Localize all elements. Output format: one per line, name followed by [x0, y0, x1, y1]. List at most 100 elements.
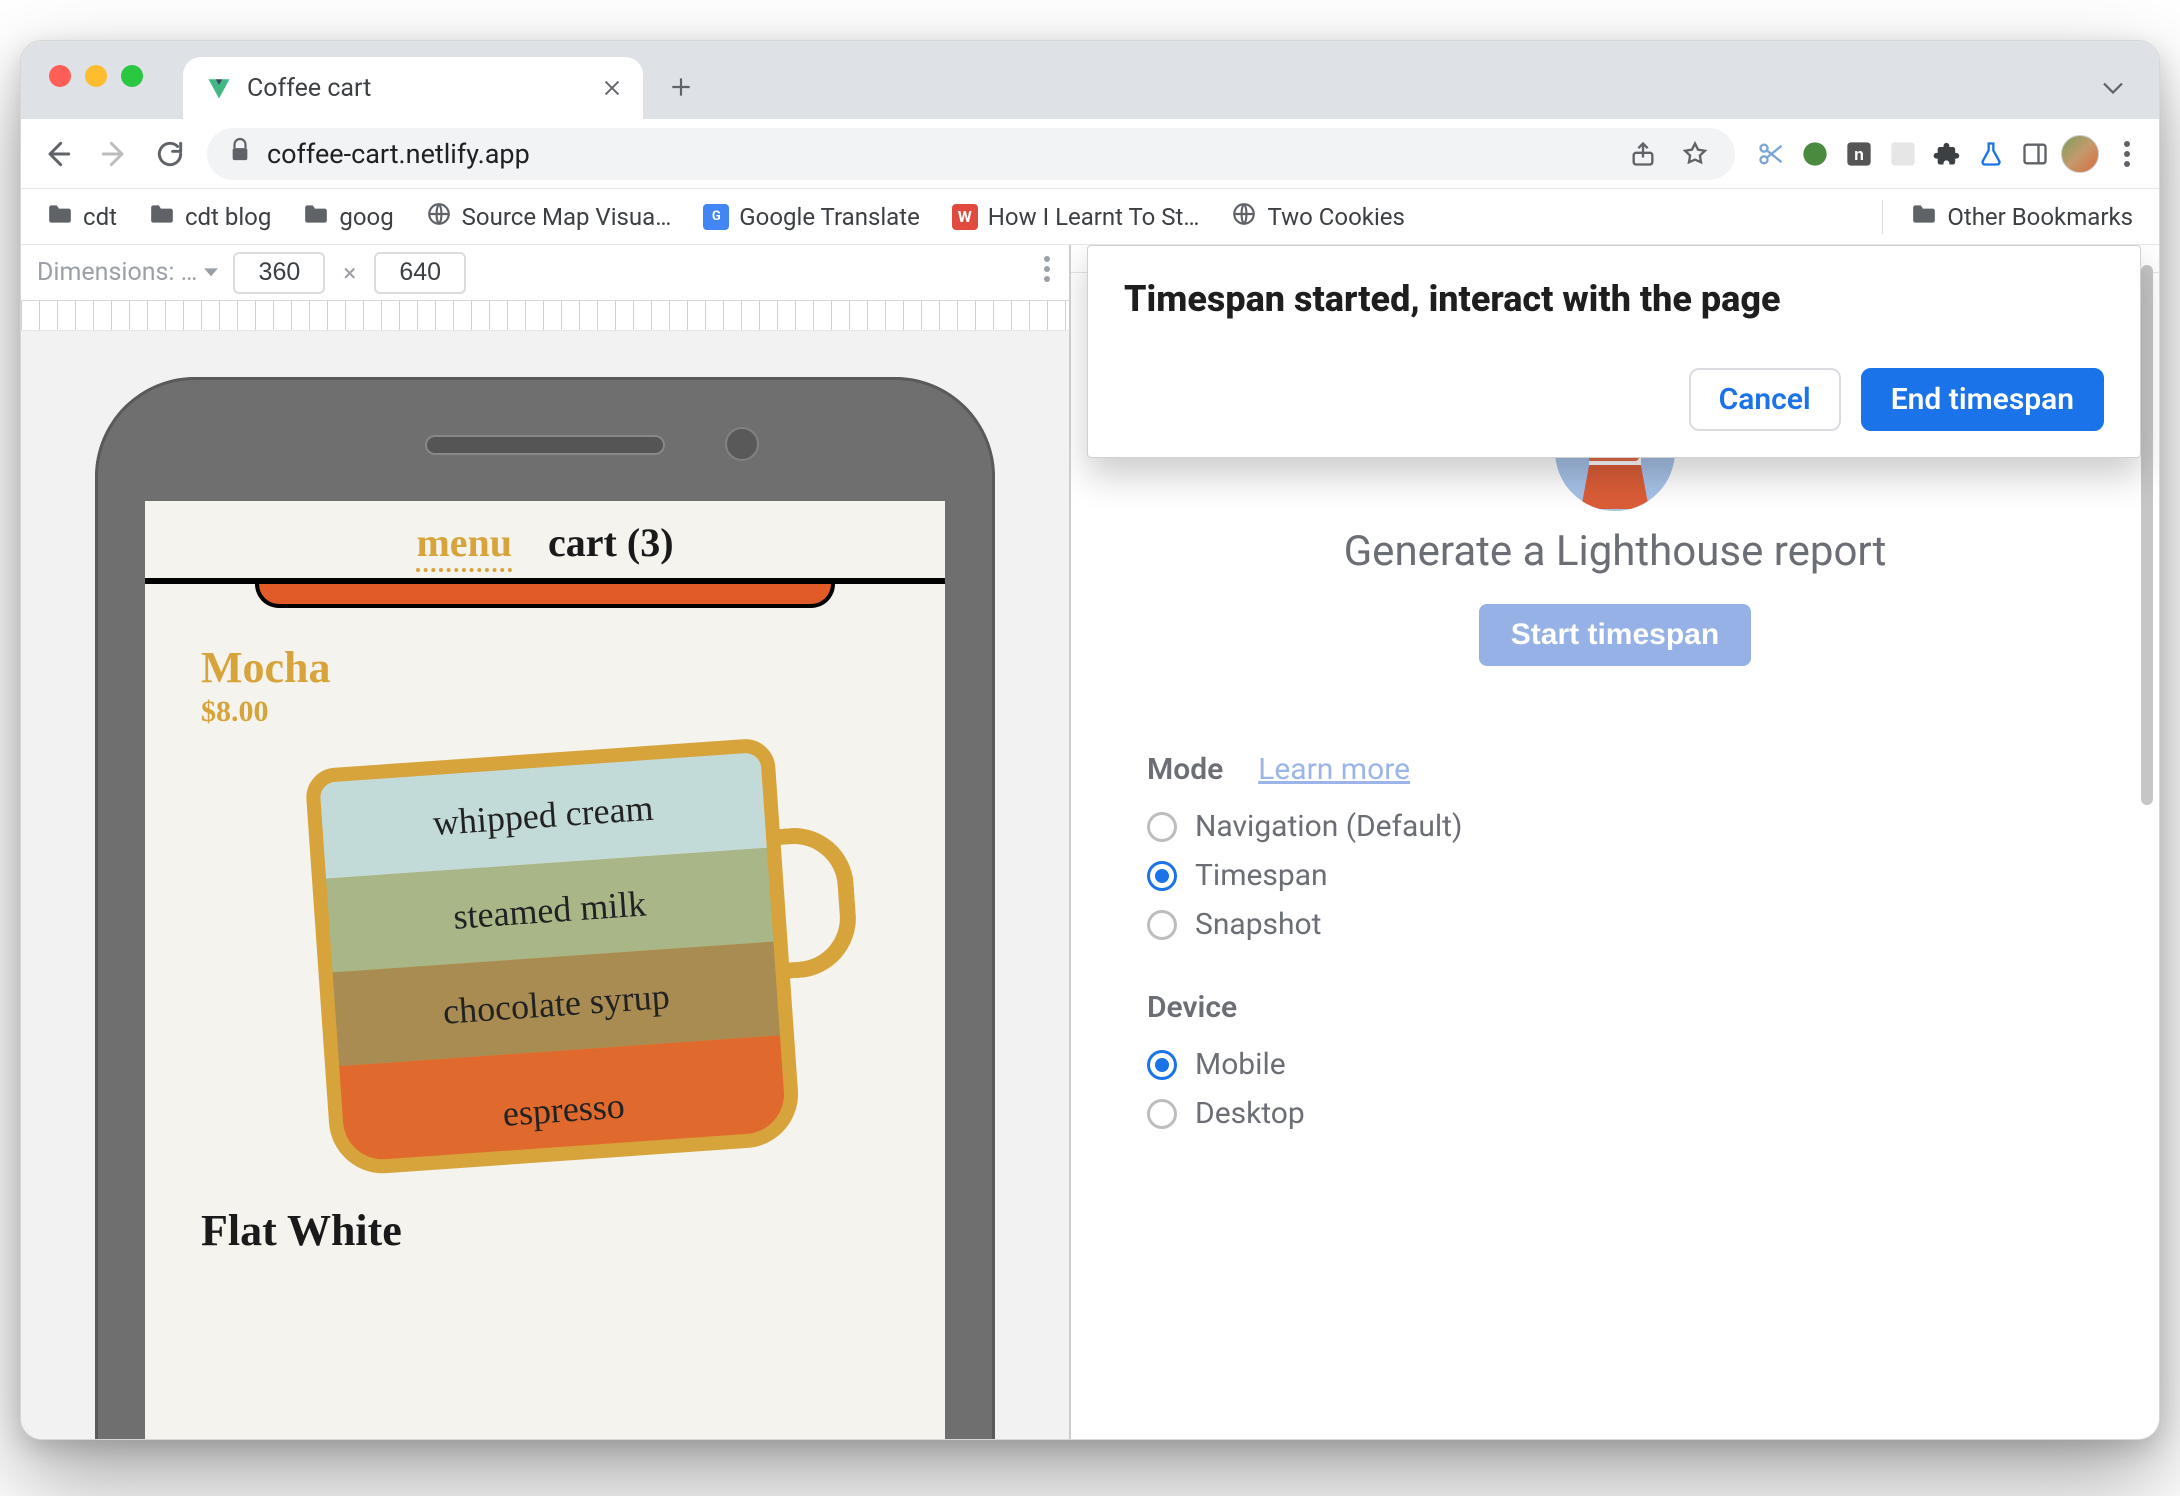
mode-label: Mode	[1147, 752, 1223, 787]
window-controls	[49, 65, 143, 87]
bookmark-folder-cdt-blog[interactable]: cdt blog	[137, 199, 283, 235]
mode-section: Mode Learn more Navigation (Default) Tim…	[1147, 752, 1847, 942]
device-label: Device	[1147, 990, 1237, 1025]
mode-option-navigation[interactable]: Navigation (Default)	[1147, 809, 1847, 844]
other-bookmarks-button[interactable]: Other Bookmarks	[1899, 199, 2145, 235]
bookmark-label: Two Cookies	[1267, 203, 1404, 231]
bookmark-label: goog	[339, 203, 393, 231]
emulated-page[interactable]: menu cart (3) Mocha $8.00 wh	[145, 501, 945, 1439]
scrollbar-thumb[interactable]	[2141, 265, 2153, 805]
toolbar-right: n	[1753, 135, 2147, 173]
other-bookmarks-label: Other Bookmarks	[1947, 203, 2133, 231]
device-option-desktop[interactable]: Desktop	[1147, 1096, 1847, 1131]
window-minimize-button[interactable]	[85, 65, 107, 87]
start-timespan-button[interactable]: Start timespan	[1479, 604, 1751, 666]
timespan-dialog: Timespan started, interact with the page…	[1087, 245, 2141, 458]
green-extension-icon[interactable]	[1797, 136, 1833, 172]
translate-icon: G	[703, 204, 729, 230]
bookmark-label: How I Learnt To St…	[988, 203, 1200, 231]
window-close-button[interactable]	[49, 65, 71, 87]
bookmark-how-i-learnt[interactable]: W How I Learnt To St…	[940, 199, 1212, 235]
radio-icon	[1147, 812, 1177, 842]
radio-icon	[1147, 910, 1177, 940]
browser-menu-button[interactable]	[2107, 140, 2147, 168]
device-option-mobile[interactable]: Mobile	[1147, 1047, 1847, 1082]
cart-preview-bar[interactable]	[255, 584, 835, 608]
dialog-title: Timespan started, interact with the page	[1124, 278, 2104, 320]
gray-extension-icon[interactable]	[1885, 136, 1921, 172]
radio-label: Mobile	[1195, 1047, 1286, 1082]
bookmark-two-cookies[interactable]: Two Cookies	[1219, 197, 1416, 237]
cancel-button[interactable]: Cancel	[1689, 368, 1841, 431]
new-tab-button[interactable]	[657, 63, 705, 111]
mode-option-snapshot[interactable]: Snapshot	[1147, 907, 1847, 942]
tab-title: Coffee cart	[247, 74, 371, 103]
bookmark-label: cdt blog	[185, 203, 271, 231]
product-name: Mocha	[201, 642, 905, 693]
chevron-down-icon	[203, 267, 219, 279]
browser-window: Coffee cart coffee-cart.netlify.app	[20, 40, 2160, 1440]
address-bar[interactable]: coffee-cart.netlify.app	[207, 128, 1735, 180]
radio-icon	[1147, 1050, 1177, 1080]
browser-tab[interactable]: Coffee cart	[183, 57, 643, 119]
height-input[interactable]	[374, 252, 466, 294]
forward-button[interactable]	[89, 129, 139, 179]
bookmarks-divider	[1882, 200, 1883, 234]
tab-overflow-button[interactable]	[2099, 79, 2129, 99]
mode-radio-list: Navigation (Default) Timespan Snapshot	[1147, 809, 1847, 942]
coffee-cup-illustration[interactable]: whipped cream steamed milk chocolate syr…	[304, 737, 801, 1177]
dimension-separator: ×	[343, 259, 356, 287]
folder-icon	[303, 203, 329, 231]
cup-body: whipped cream steamed milk chocolate syr…	[304, 737, 801, 1177]
radio-label: Desktop	[1195, 1096, 1305, 1131]
folder-icon	[1911, 203, 1937, 231]
product-card-flat-white: Flat White	[145, 1161, 945, 1256]
bookmark-folder-goog[interactable]: goog	[291, 199, 405, 235]
scissors-extension-icon[interactable]	[1753, 136, 1789, 172]
mode-option-timespan[interactable]: Timespan	[1147, 858, 1847, 893]
extensions-puzzle-icon[interactable]	[1929, 136, 1965, 172]
url-text: coffee-cart.netlify.app	[267, 138, 530, 170]
devtools-lighthouse-panel: Generate a Lighthouse report Start times…	[1071, 245, 2159, 1439]
phone-stage: menu cart (3) Mocha $8.00 wh	[21, 361, 1069, 1439]
bookmark-label: cdt	[83, 203, 117, 231]
svg-text:n: n	[1854, 145, 1864, 163]
back-button[interactable]	[33, 129, 83, 179]
bookmark-folder-cdt[interactable]: cdt	[35, 199, 129, 235]
browser-toolbar: coffee-cart.netlify.app n	[21, 119, 2159, 189]
panel-scrollbar[interactable]	[2141, 265, 2153, 985]
window-zoom-button[interactable]	[121, 65, 143, 87]
folder-icon	[47, 203, 73, 231]
device-toolbar-menu[interactable]	[1043, 255, 1051, 290]
globe-icon	[426, 201, 452, 233]
notion-extension-icon[interactable]: n	[1841, 136, 1877, 172]
device-ruler	[21, 301, 1069, 331]
dimensions-label-text: Dimensions: …	[37, 258, 197, 287]
learn-more-link[interactable]: Learn more	[1258, 752, 1410, 787]
radio-label: Navigation (Default)	[1195, 809, 1462, 844]
cart-tab[interactable]: cart (3)	[548, 519, 673, 572]
product-card-mocha: Mocha $8.00 whipped cream steamed milk c…	[145, 608, 945, 1161]
bookmark-label: Google Translate	[739, 203, 920, 231]
menu-tab[interactable]: menu	[416, 519, 512, 572]
close-tab-button[interactable]	[601, 77, 623, 99]
dimensions-label[interactable]: Dimensions: …	[37, 258, 219, 287]
labs-flask-icon[interactable]	[1973, 136, 2009, 172]
bookmark-google-translate[interactable]: G Google Translate	[691, 199, 932, 235]
page-header: menu cart (3)	[145, 501, 945, 584]
reload-button[interactable]	[145, 129, 195, 179]
bookmark-sourcemap[interactable]: Source Map Visua…	[414, 197, 684, 237]
bookmark-label: Source Map Visua…	[462, 203, 672, 231]
lock-icon	[229, 137, 251, 170]
profile-avatar[interactable]	[2061, 135, 2099, 173]
side-panel-icon[interactable]	[2017, 136, 2053, 172]
product-name: Flat White	[201, 1205, 905, 1256]
radio-icon	[1147, 861, 1177, 891]
phone-camera	[725, 427, 759, 461]
width-input[interactable]	[233, 252, 325, 294]
share-icon[interactable]	[1625, 136, 1661, 172]
folder-icon	[149, 203, 175, 231]
bookmark-star-icon[interactable]	[1677, 136, 1713, 172]
end-timespan-button[interactable]: End timespan	[1861, 368, 2104, 431]
w-favicon-icon: W	[952, 204, 978, 230]
